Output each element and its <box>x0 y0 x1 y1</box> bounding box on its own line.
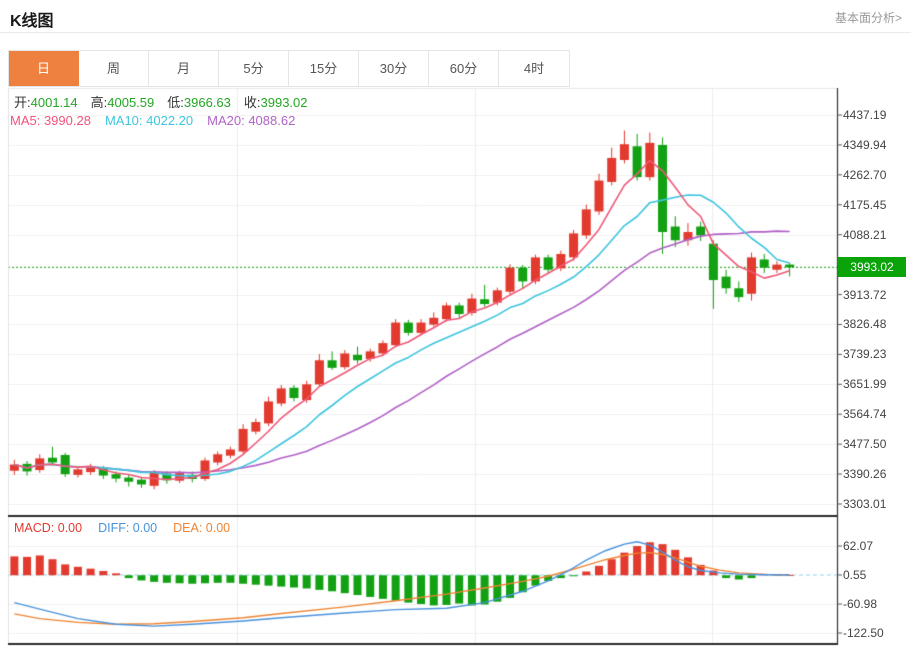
ohlc-value: 4005.59 <box>107 95 154 110</box>
macd-axis-label: 62.07 <box>843 539 873 553</box>
ma-info-row: MA5: 3990.28 MA10: 4022.20 MA20: 4088.62 <box>10 113 309 128</box>
ohlc-value: 3966.63 <box>184 95 231 110</box>
price-axis-label: 4349.94 <box>843 138 886 152</box>
ohlc-label: 开: <box>14 95 31 110</box>
price-axis-label: 4262.70 <box>843 168 886 182</box>
tab-period-5[interactable]: 30分 <box>359 51 429 86</box>
price-axis-label: 3564.74 <box>843 407 886 421</box>
macd-axis-label: -60.98 <box>843 597 877 611</box>
price-axis-label: 3477.50 <box>843 437 886 451</box>
period-tab-bar: 日周月5分15分30分60分4时 <box>8 50 570 87</box>
current-price-badge: 3993.02 <box>838 257 906 277</box>
page-title: K线图 <box>10 7 54 31</box>
ohlc-label: 高: <box>91 95 108 110</box>
price-axis-label: 3739.23 <box>843 347 886 361</box>
tab-period-2[interactable]: 月 <box>149 51 219 86</box>
ma-legend-item: MA20: 4088.62 <box>207 113 295 128</box>
tab-period-6[interactable]: 60分 <box>429 51 499 86</box>
ma-legend-item: MA10: 4022.20 <box>105 113 193 128</box>
ohlc-value: 4001.14 <box>31 95 78 110</box>
header-divider <box>0 32 911 33</box>
macd-axis-label: 0.55 <box>843 568 866 582</box>
price-axis-label: 3303.01 <box>843 497 886 511</box>
price-axis-label: 4088.21 <box>843 228 886 242</box>
tab-period-0[interactable]: 日 <box>9 51 79 86</box>
tab-period-4[interactable]: 15分 <box>289 51 359 86</box>
price-axis-label: 4437.19 <box>843 108 886 122</box>
price-axis-label: 3390.26 <box>843 467 886 481</box>
macd-legend-item: DEA: 0.00 <box>173 521 230 535</box>
ohlc-value: 3993.02 <box>261 95 308 110</box>
tab-period-1[interactable]: 周 <box>79 51 149 86</box>
ohlc-label: 收: <box>244 95 261 110</box>
tab-period-3[interactable]: 5分 <box>219 51 289 86</box>
macd-axis-label: -122.50 <box>843 626 884 640</box>
tab-period-7[interactable]: 4时 <box>499 51 569 86</box>
price-axis-label: 3651.99 <box>843 377 886 391</box>
ohlc-info-row: 开:4001.14 高:4005.59 低:3966.63 收:3993.02 <box>14 92 321 111</box>
price-axis-label: 3913.72 <box>843 288 886 302</box>
macd-legend-item: MACD: 0.00 <box>14 521 82 535</box>
macd-info-row: MACD: 0.00 DIFF: 0.00 DEA: 0.00 <box>14 521 246 535</box>
price-axis-label: 3826.48 <box>843 317 886 331</box>
price-axis-label: 4175.45 <box>843 198 886 212</box>
macd-legend-item: DIFF: 0.00 <box>98 521 157 535</box>
fundamental-analysis-link[interactable]: 基本面分析> <box>835 9 902 26</box>
ohlc-label: 低: <box>167 95 184 110</box>
ma-legend-item: MA5: 3990.28 <box>10 113 91 128</box>
